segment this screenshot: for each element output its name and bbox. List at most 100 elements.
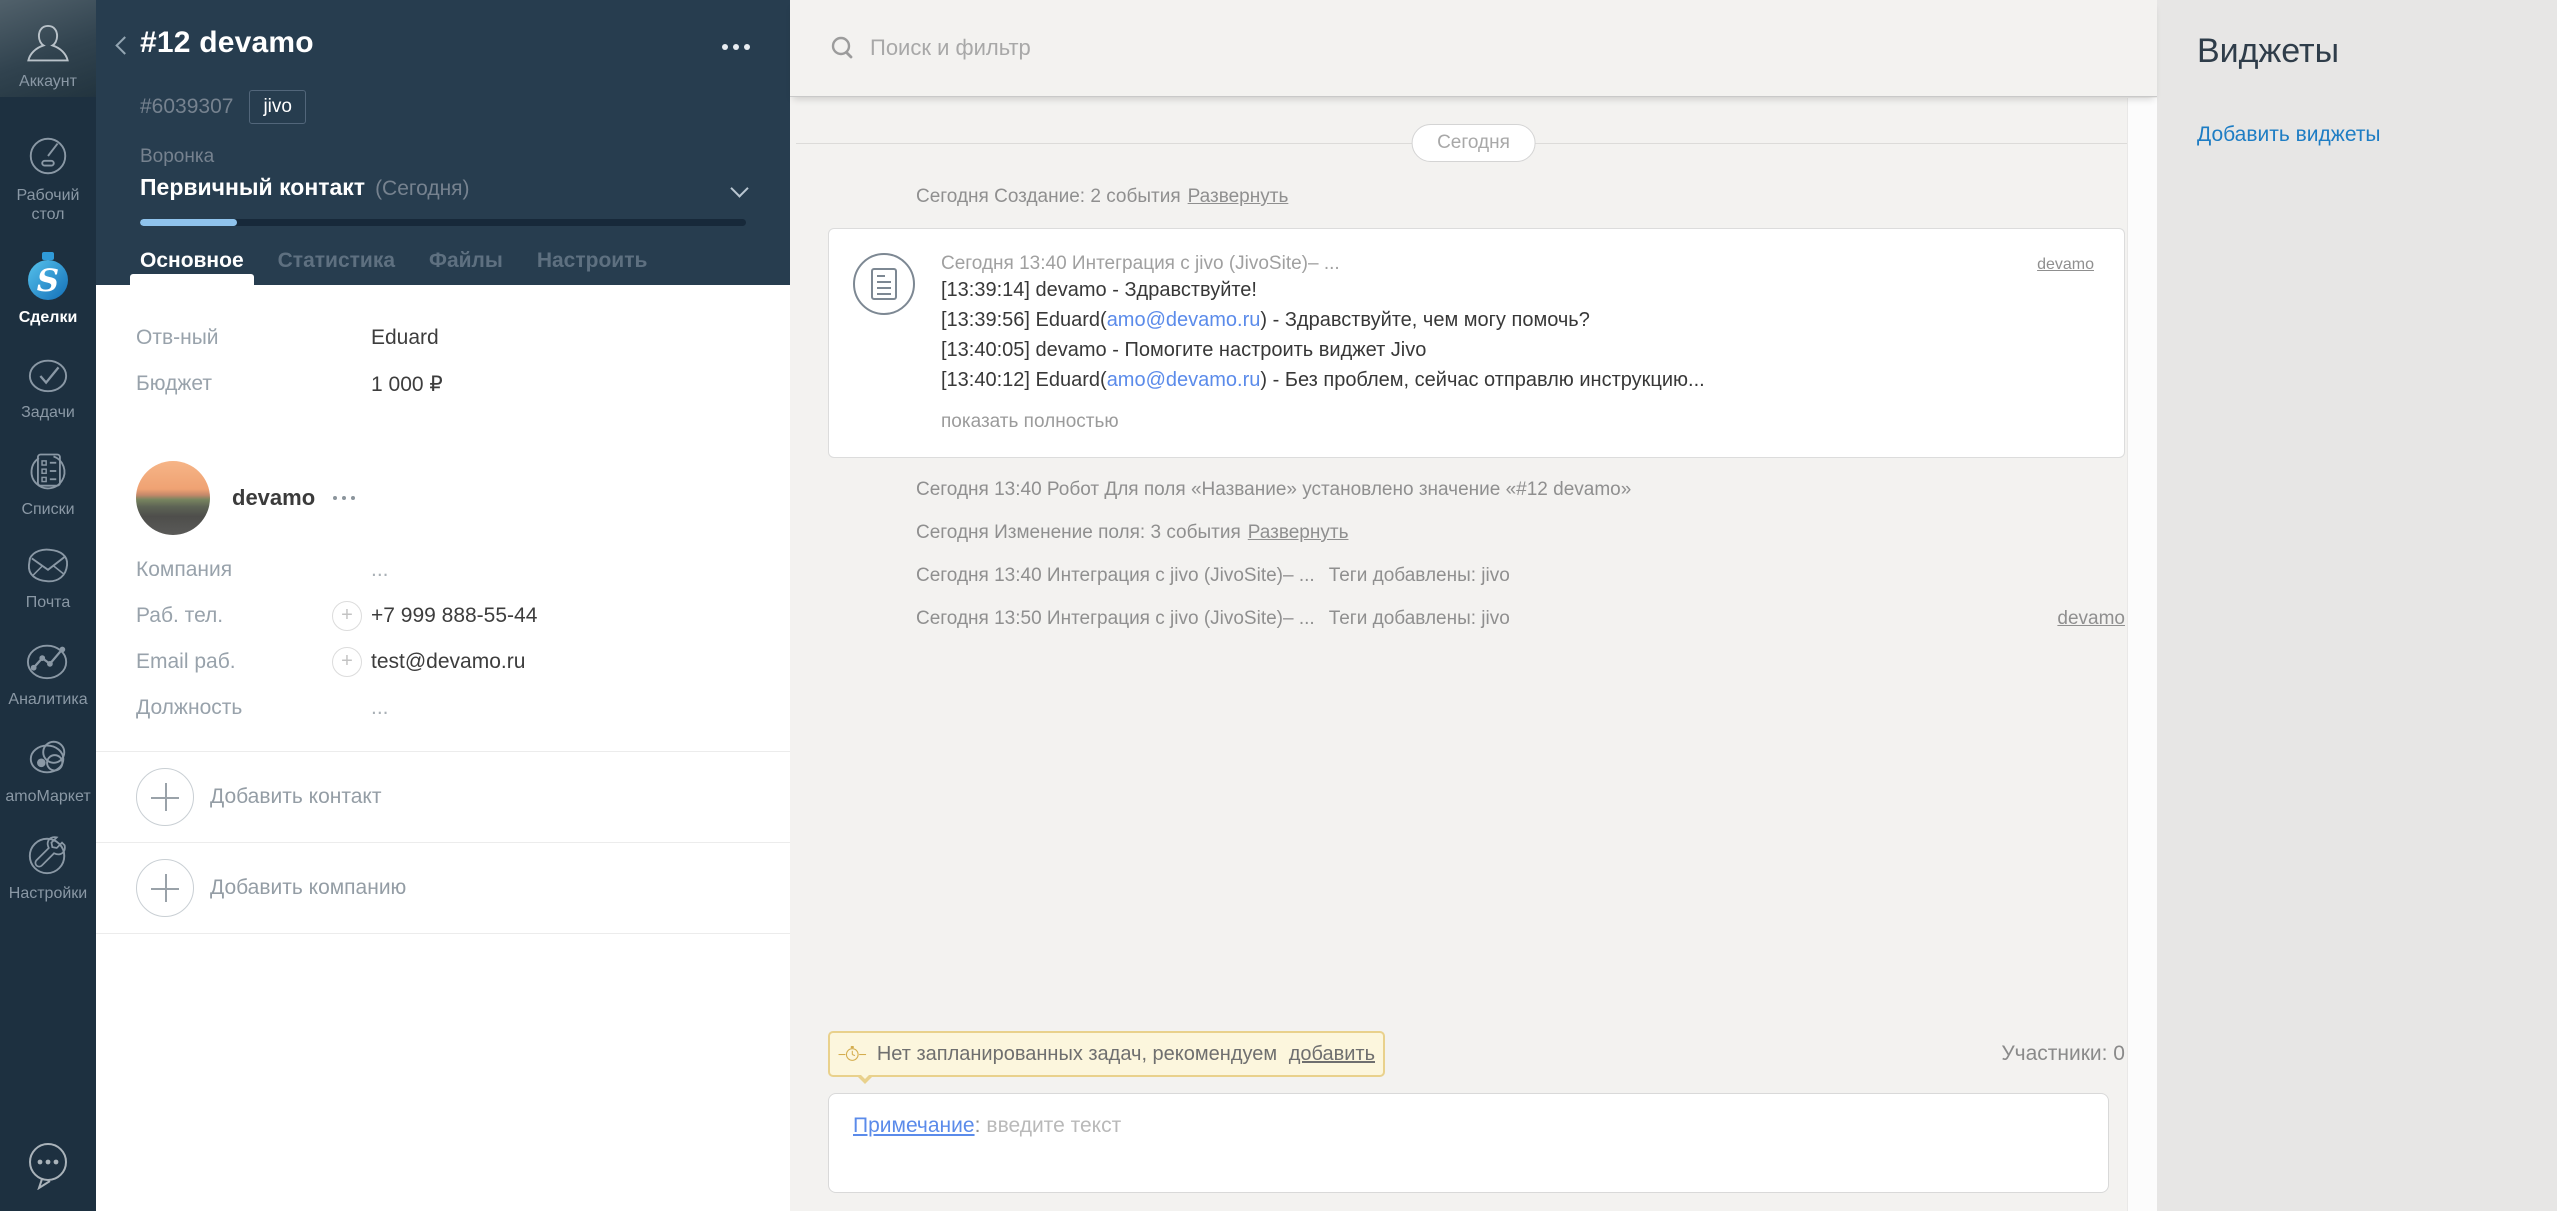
- note-type-selector[interactable]: Примечание: [853, 1114, 975, 1137]
- funnel-label: Воронка: [140, 146, 215, 167]
- contact-avatar[interactable]: [136, 461, 210, 535]
- stage-progress-bar: [140, 219, 746, 226]
- timeline-column: Сегодня Сегодня Создание: 2 события Разв…: [790, 0, 2157, 1211]
- responsible-value[interactable]: Eduard: [371, 326, 439, 350]
- add-company-label: Добавить компанию: [210, 876, 407, 899]
- deal-header: #12 devamo #6039307 jivo Воронка Первичн…: [96, 0, 790, 285]
- sidebar-item-analytics[interactable]: Аналитика: [0, 625, 96, 722]
- contact-menu-button[interactable]: [333, 496, 356, 500]
- event-field-change: Сегодня Изменение поля: 3 события Развер…: [790, 522, 2157, 544]
- dashboard-gauge-icon: [29, 137, 67, 175]
- add-email-button[interactable]: +: [332, 647, 362, 677]
- sidebar-item-mail[interactable]: Почта: [0, 532, 96, 625]
- event-robot: Сегодня 13:40 Робот Для поля «Название» …: [790, 479, 2157, 501]
- sidebar-item-label: Рабочий стол: [16, 187, 80, 223]
- sidebar-item-desktop[interactable]: Рабочий стол: [0, 119, 96, 237]
- chat-message-card: Сегодня 13:40 Интеграция с jivo (JivoSit…: [828, 228, 2125, 458]
- tab-setup[interactable]: Настроить: [537, 249, 648, 273]
- budget-value[interactable]: 1 000 ₽: [371, 372, 443, 397]
- plus-circle-icon: [136, 859, 194, 917]
- phone-value[interactable]: +7 999 888-55-44: [371, 604, 537, 628]
- add-company-button[interactable]: Добавить компанию: [136, 843, 750, 933]
- add-widgets-link[interactable]: Добавить виджеты: [2197, 123, 2557, 147]
- expand-link[interactable]: Развернуть: [1248, 522, 1349, 544]
- contact-link[interactable]: devamo: [2037, 256, 2094, 274]
- chat-text: [13:40:05] devamo - Помогите настроить в…: [941, 339, 1427, 361]
- date-divider: Сегодня: [790, 124, 2157, 164]
- tasks-check-icon: [28, 359, 68, 393]
- event-text: Сегодня Изменение поля: 3 события: [916, 522, 1241, 543]
- ellipsis-icon: [333, 496, 338, 500]
- deal-menu-button[interactable]: [722, 44, 750, 50]
- chat-line: [13:39:56] Eduard(amo@devamo.ru) - Здрав…: [941, 305, 2094, 335]
- add-contact-label: Добавить контакт: [210, 785, 382, 808]
- sidebar-item-deals[interactable]: S Сделки: [0, 237, 96, 340]
- field-row-responsible: Отв-ный Eduard: [136, 315, 750, 361]
- event-tags: Теги добавлены: jivo: [1328, 608, 1510, 629]
- ellipsis-icon: [733, 44, 739, 50]
- add-phone-button[interactable]: +: [332, 601, 362, 631]
- chat-text: [13:39:56] Eduard(: [941, 309, 1107, 331]
- support-chat-button[interactable]: [22, 1138, 74, 1195]
- tab-files[interactable]: Файлы: [429, 249, 503, 273]
- deal-title: #12 devamo: [140, 26, 314, 59]
- show-full-link[interactable]: показать полностью: [941, 411, 2094, 433]
- note-input[interactable]: Примечание: введите текст: [828, 1093, 2109, 1193]
- email-link[interactable]: amo@devamo.ru: [1107, 309, 1261, 331]
- deal-id: #6039307: [140, 95, 234, 118]
- market-circles-icon: [29, 740, 66, 774]
- sidebar-item-lists[interactable]: Списки: [0, 435, 96, 532]
- event-tags-added-1: Сегодня 13:40 Интеграция с jivo (JivoSit…: [790, 565, 2157, 587]
- back-button[interactable]: [112, 36, 134, 58]
- contact-card-header: devamo: [136, 461, 750, 535]
- chat-text: [13:39:14] devamo - Здравствуйте!: [941, 279, 1257, 301]
- contact-link[interactable]: devamo: [2057, 608, 2125, 630]
- search-input[interactable]: [870, 35, 1470, 61]
- deal-tag-jivo[interactable]: jivo: [249, 90, 306, 124]
- no-tasks-banner: Нет запланированных задач, рекомендуем д…: [828, 1031, 1385, 1084]
- account-button[interactable]: Аккаунт: [0, 0, 96, 97]
- contact-name[interactable]: devamo: [232, 485, 315, 511]
- add-task-link[interactable]: добавить: [1289, 1043, 1375, 1065]
- field-row-email: Email раб. + test@devamo.ru: [136, 639, 750, 685]
- sidebar-item-tasks[interactable]: Задачи: [0, 340, 96, 435]
- chat-line: [13:40:05] devamo - Помогите настроить в…: [941, 335, 2094, 365]
- banner-text: Нет запланированных задач, рекомендуем: [876, 1042, 1278, 1065]
- sidebar-item-market[interactable]: amoМаркет: [0, 722, 96, 819]
- participants-counter: Участники: 0: [2001, 1042, 2125, 1065]
- message-meta: Сегодня 13:40 Интеграция с jivo (JivoSit…: [941, 253, 1340, 274]
- tab-stats[interactable]: Статистика: [278, 249, 395, 273]
- clock-icon: [838, 1046, 867, 1061]
- stage-selector[interactable]: Первичный контакт (Сегодня): [140, 174, 749, 201]
- expand-link[interactable]: Развернуть: [1188, 186, 1289, 208]
- account-label: Аккаунт: [19, 73, 77, 90]
- field-row-budget: Бюджет 1 000 ₽: [136, 361, 750, 407]
- chat-text: [13:40:12] Eduard(: [941, 369, 1107, 391]
- add-contact-button[interactable]: Добавить контакт: [136, 752, 750, 842]
- stage-progress-fill: [140, 219, 237, 226]
- stage-date: (Сегодня): [375, 177, 470, 200]
- timeline-footer: Нет запланированных задач, рекомендуем д…: [790, 1031, 2127, 1211]
- sidebar-item-settings[interactable]: Настройки: [0, 819, 96, 916]
- divider: [96, 933, 790, 934]
- email-value[interactable]: test@devamo.ru: [371, 650, 525, 674]
- deals-logo-icon: S: [28, 252, 68, 300]
- ellipsis-icon: [744, 44, 750, 50]
- event-text: Сегодня Создание: 2 события: [916, 186, 1181, 207]
- sidebar: Аккаунт Рабочий стол S Сделки Задачи Спи…: [0, 0, 96, 1211]
- field-row-phone: Раб. тел. + +7 999 888-55-44: [136, 593, 750, 639]
- timeline-scrollbar[interactable]: [2127, 98, 2157, 1211]
- user-silhouette-icon: [27, 24, 69, 62]
- svg-text:S: S: [37, 263, 59, 299]
- position-value[interactable]: ...: [371, 696, 389, 720]
- mail-envelope-icon: [27, 548, 69, 583]
- event-tags: Теги добавлены: jivo: [1328, 565, 1510, 586]
- tab-main[interactable]: Основное: [140, 249, 244, 273]
- lists-clipboard-icon: [30, 453, 66, 490]
- sidebar-item-label: Задачи: [21, 404, 75, 421]
- company-value[interactable]: ...: [371, 558, 389, 582]
- settings-wrench-icon: [28, 836, 66, 875]
- email-link[interactable]: amo@devamo.ru: [1107, 369, 1261, 391]
- search-bar[interactable]: [790, 0, 2157, 97]
- deal-main-tab-content: Отв-ный Eduard Бюджет 1 000 ₽ devamo Ком…: [96, 315, 790, 934]
